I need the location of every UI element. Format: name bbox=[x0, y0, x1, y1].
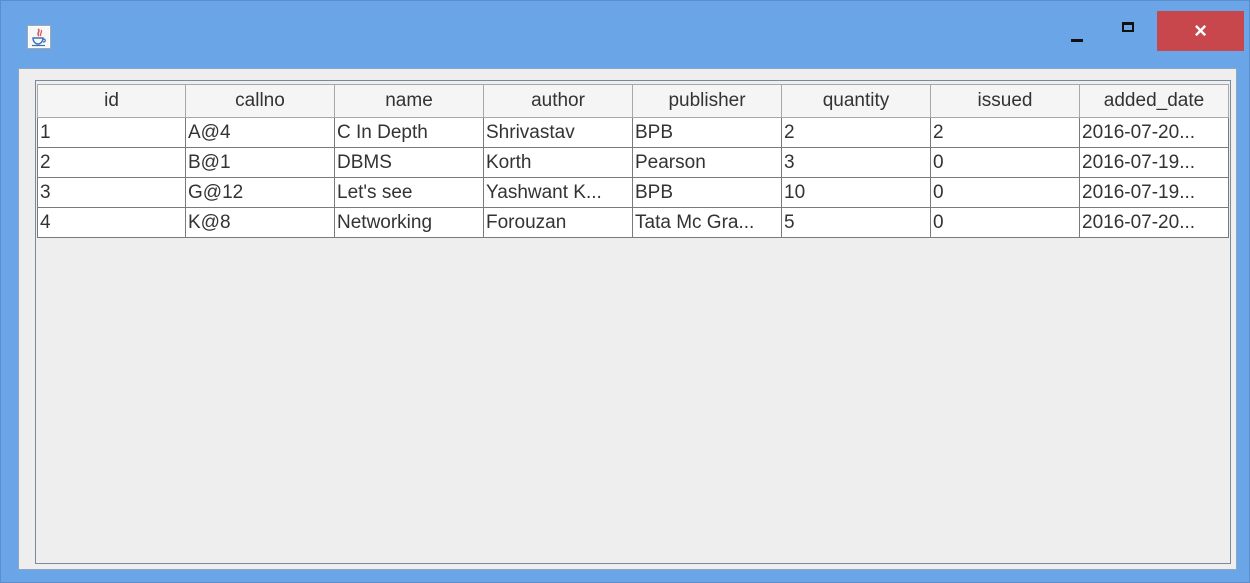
column-header-added-date[interactable]: added_date bbox=[1079, 84, 1229, 118]
cell-callno[interactable]: K@8 bbox=[185, 207, 335, 238]
cell-id[interactable]: 4 bbox=[37, 207, 186, 238]
cell-id[interactable]: 1 bbox=[37, 117, 186, 148]
table-row[interactable]: 4 K@8 Networking Forouzan Tata Mc Gra...… bbox=[37, 207, 1229, 238]
column-header-author[interactable]: author bbox=[483, 84, 633, 118]
cell-callno[interactable]: B@1 bbox=[185, 147, 335, 178]
cell-issued[interactable]: 0 bbox=[930, 147, 1080, 178]
cell-name[interactable]: Networking bbox=[334, 207, 484, 238]
cell-name[interactable]: C In Depth bbox=[334, 117, 484, 148]
minimize-button[interactable] bbox=[1063, 13, 1091, 43]
minimize-icon bbox=[1071, 39, 1083, 42]
cell-publisher[interactable]: BPB bbox=[632, 177, 782, 208]
cell-quantity[interactable]: 2 bbox=[781, 117, 931, 148]
java-icon[interactable] bbox=[27, 25, 51, 49]
cell-id[interactable]: 3 bbox=[37, 177, 186, 208]
books-table[interactable]: id callno name author publisher quantity… bbox=[37, 84, 1229, 238]
cell-added-date[interactable]: 2016-07-20... bbox=[1079, 117, 1229, 148]
cell-id[interactable]: 2 bbox=[37, 147, 186, 178]
maximize-button[interactable] bbox=[1114, 14, 1142, 42]
cell-publisher[interactable]: Tata Mc Gra... bbox=[632, 207, 782, 238]
cell-name[interactable]: Let's see bbox=[334, 177, 484, 208]
cell-callno[interactable]: G@12 bbox=[185, 177, 335, 208]
cell-quantity[interactable]: 5 bbox=[781, 207, 931, 238]
content-pane: id callno name author publisher quantity… bbox=[18, 68, 1237, 570]
cell-quantity[interactable]: 3 bbox=[781, 147, 931, 178]
close-button[interactable]: × bbox=[1157, 11, 1244, 51]
table-row[interactable]: 2 B@1 DBMS Korth Pearson 3 0 2016-07-19.… bbox=[37, 147, 1229, 178]
cell-issued[interactable]: 0 bbox=[930, 207, 1080, 238]
column-header-publisher[interactable]: publisher bbox=[632, 84, 782, 118]
cell-author[interactable]: Yashwant K... bbox=[483, 177, 633, 208]
cell-added-date[interactable]: 2016-07-19... bbox=[1079, 177, 1229, 208]
cell-publisher[interactable]: Pearson bbox=[632, 147, 782, 178]
column-header-callno[interactable]: callno bbox=[185, 84, 335, 118]
table-row[interactable]: 1 A@4 C In Depth Shrivastav BPB 2 2 2016… bbox=[37, 117, 1229, 148]
cell-callno[interactable]: A@4 bbox=[185, 117, 335, 148]
cell-added-date[interactable]: 2016-07-20... bbox=[1079, 207, 1229, 238]
table-row[interactable]: 3 G@12 Let's see Yashwant K... BPB 10 0 … bbox=[37, 177, 1229, 208]
column-header-issued[interactable]: issued bbox=[930, 84, 1080, 118]
cell-author[interactable]: Forouzan bbox=[483, 207, 633, 238]
title-bar[interactable]: × bbox=[1, 1, 1249, 67]
cell-added-date[interactable]: 2016-07-19... bbox=[1079, 147, 1229, 178]
cell-quantity[interactable]: 10 bbox=[781, 177, 931, 208]
application-window: × id callno name author publisher quanti… bbox=[0, 0, 1250, 583]
table-header-row: id callno name author publisher quantity… bbox=[37, 84, 1229, 118]
cell-author[interactable]: Shrivastav bbox=[483, 117, 633, 148]
column-header-quantity[interactable]: quantity bbox=[781, 84, 931, 118]
cell-issued[interactable]: 2 bbox=[930, 117, 1080, 148]
close-icon: × bbox=[1194, 18, 1207, 43]
cell-issued[interactable]: 0 bbox=[930, 177, 1080, 208]
column-header-id[interactable]: id bbox=[37, 84, 186, 118]
table-scroll-pane[interactable]: id callno name author publisher quantity… bbox=[35, 80, 1231, 564]
column-header-name[interactable]: name bbox=[334, 84, 484, 118]
cell-name[interactable]: DBMS bbox=[334, 147, 484, 178]
cell-publisher[interactable]: BPB bbox=[632, 117, 782, 148]
maximize-icon bbox=[1122, 22, 1134, 32]
cell-author[interactable]: Korth bbox=[483, 147, 633, 178]
java-logo-glyph bbox=[32, 28, 46, 47]
